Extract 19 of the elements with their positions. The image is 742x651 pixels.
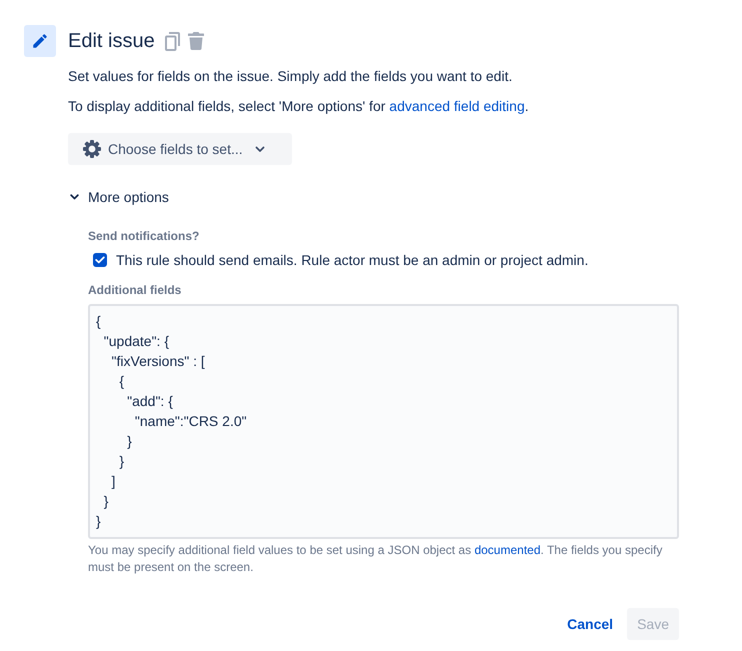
checkbox[interactable] xyxy=(93,253,107,267)
help-text: You may specify additional field values to be set using a JSON object as documented. The fields you specify must be present on the screen. xyxy=(88,542,664,576)
more-options-toggle[interactable]: More options xyxy=(68,187,169,207)
cancel-button[interactable]: Cancel xyxy=(557,608,624,640)
field-label: Send notifications? xyxy=(88,228,200,244)
copy-icon[interactable] xyxy=(164,32,180,50)
window-title: Edit issue xyxy=(68,29,155,53)
json-input-field[interactable]: { "update": { "fixVersions" : [ { "add": { "name":"CRS 2.0" } } ] } } xyxy=(88,304,679,539)
description-text: Set values for fields on the issue. Simply add the fields you want to edit. xyxy=(68,67,514,86)
advanced-editing-note: To display additional fields, select 'More options' for advanced field editing. xyxy=(68,97,530,116)
checkbox-label: This rule should send emails. Rule actor must be an admin or project admin. xyxy=(116,251,588,270)
chevron-down-icon xyxy=(254,146,265,152)
documented-link[interactable]: documented xyxy=(474,543,540,557)
choose-fields-button[interactable]: Choose fields to set... xyxy=(68,133,292,165)
trash-icon[interactable] xyxy=(188,32,204,50)
field-label: Additional fields xyxy=(88,282,182,298)
advanced-field-editing-link[interactable]: advanced field editing xyxy=(389,98,525,114)
gear-icon xyxy=(83,140,101,158)
pencil-icon xyxy=(24,25,56,57)
